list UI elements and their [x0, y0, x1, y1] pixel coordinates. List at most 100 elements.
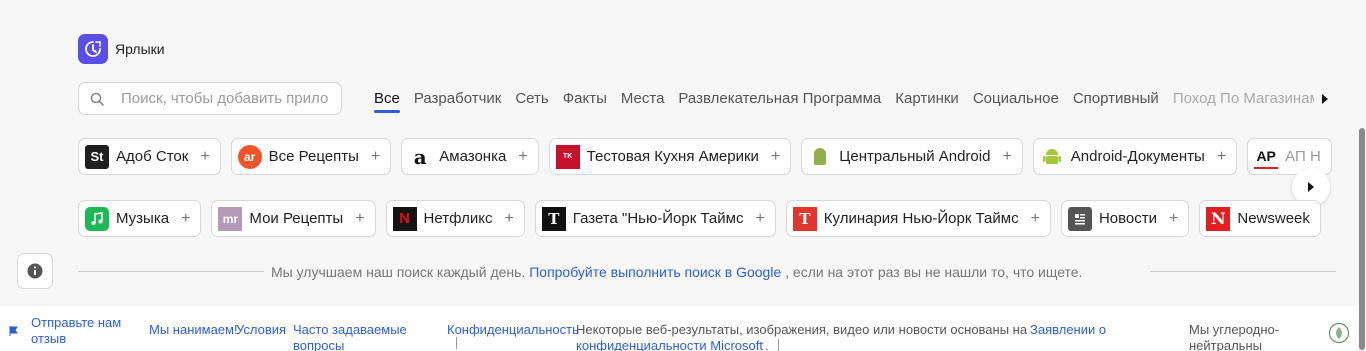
shortcut-label: Амазонка — [439, 148, 507, 165]
caret-right-icon — [1308, 182, 1314, 192]
divider — [1150, 271, 1336, 272]
shortcut-card-nyt-cooking[interactable]: T Кулинария Нью-Йорк Таймс + — [785, 200, 1051, 237]
shortcut-label: Newsweek — [1237, 210, 1310, 227]
carbon-neutral-text-line2: нейтральны — [1189, 338, 1262, 351]
add-icon[interactable]: + — [371, 148, 380, 166]
shortcut-card-music[interactable]: Музыка + — [78, 200, 202, 237]
add-icon[interactable]: + — [518, 148, 527, 166]
disclaimer-end: . — [765, 338, 769, 351]
notice-text-end: , если на этот раз вы не нашли то, что и… — [785, 264, 1083, 280]
shortcut-card-new-york-times[interactable]: T Газета "Нью-Йорк Таймс + — [534, 200, 776, 237]
add-icon[interactable]: + — [1169, 210, 1178, 228]
tab-facts[interactable]: Факты — [556, 82, 614, 115]
add-icon[interactable]: + — [504, 210, 513, 228]
shortcut-label: Новости — [1098, 210, 1158, 227]
shortcut-label: Все Рецепты — [268, 148, 359, 165]
nyt-logo-icon: T — [541, 206, 566, 231]
amazon-logo-icon: a — [408, 144, 433, 169]
microsoft-privacy-link-line2[interactable]: конфиденциальности Microsoft — [576, 337, 763, 351]
android-logo-icon — [1039, 144, 1064, 169]
myrecipes-logo-icon: mr — [218, 206, 243, 231]
android-central-logo-icon — [808, 144, 833, 169]
newsweek-logo-icon: N — [1206, 206, 1231, 231]
search-input[interactable] — [121, 90, 341, 107]
shortcut-label: Мои Рецепты — [249, 210, 344, 227]
shortcut-label: Нетфликс — [423, 210, 493, 227]
divider — [78, 271, 264, 272]
shortcut-card-android-docs[interactable]: Android-Документы + — [1032, 138, 1238, 175]
terms-link[interactable]: Условия — [236, 321, 286, 338]
ap-logo-icon: AP — [1254, 144, 1279, 169]
info-button[interactable] — [17, 253, 53, 289]
search-box[interactable] — [78, 82, 342, 115]
add-icon[interactable]: + — [771, 148, 780, 166]
shortcut-card-adobe-stock[interactable]: St Адоб Сток + — [78, 138, 221, 175]
privacy-link[interactable]: Конфиденциальность — [447, 321, 579, 338]
tab-sports[interactable]: Спортивный — [1066, 82, 1166, 115]
footer: Отправьте нам отзыв Мы нанимаем! Условия… — [0, 306, 1358, 351]
faq-link[interactable]: Часто задаваемые — [293, 321, 407, 338]
shortcut-card-android-central[interactable]: Центральный Android + — [801, 138, 1023, 175]
page-scrollbar[interactable] — [1358, 0, 1366, 351]
netflix-logo-icon: N — [392, 206, 417, 231]
search-google-link[interactable]: Попробуйте выполнить поиск в Google — [529, 264, 781, 280]
notice-text: Мы улучшаем наш поиск каждый день. — [271, 264, 526, 280]
search-improvement-notice: Мы улучшаем наш поиск каждый день. Попро… — [271, 264, 1082, 280]
shortcut-label: Газета "Нью-Йорк Таймс — [572, 210, 744, 227]
microsoft-privacy-link[interactable]: Заявлении о — [1030, 321, 1106, 338]
add-icon[interactable]: + — [355, 210, 364, 228]
shortcut-label: Адоб Сток — [116, 148, 189, 165]
add-icon[interactable]: + — [1031, 210, 1040, 228]
tab-shopping[interactable]: Поход По Магазинам — [1166, 82, 1327, 115]
header: Ярлыки — [78, 34, 165, 64]
shortcut-card-netflix[interactable]: N Нетфликс + — [385, 200, 525, 237]
adobe-stock-logo-icon: St — [85, 144, 109, 169]
scrollbar-thumb[interactable] — [1359, 128, 1365, 350]
music-logo-icon — [85, 206, 109, 231]
carbon-neutral-text: Мы углеродно- — [1189, 322, 1280, 337]
test-kitchen-logo-icon: TK — [555, 144, 580, 169]
tab-developer[interactable]: Разработчик — [407, 82, 508, 115]
tab-entertainment[interactable]: Развлекательная Программа — [671, 82, 888, 115]
nyt-cooking-logo-icon: T — [792, 206, 817, 231]
add-icon[interactable]: + — [755, 210, 764, 228]
shortcut-card-allrecipes[interactable]: ar Все Рецепты + — [230, 138, 392, 175]
shortcuts-app-icon — [78, 34, 108, 64]
shortcut-card-my-recipes[interactable]: mr Мои Рецепты + — [211, 200, 376, 237]
shortcuts-row-2: Музыка + mr Мои Рецепты + N Нетфликс + T… — [78, 200, 1336, 237]
faq-link-line2[interactable]: вопросы — [293, 337, 344, 351]
shortcut-card-newsweek[interactable]: N Newsweek — [1199, 200, 1321, 237]
shortcut-card-americas-test-kitchen[interactable]: TK Тестовая Кухня Америки + — [548, 138, 792, 175]
page-title: Ярлыки — [115, 41, 165, 57]
shortcut-label: Центральный Android — [839, 148, 991, 165]
news-logo-icon — [1067, 206, 1092, 231]
disclaimer-text: Некоторые веб-результаты, изображения, в… — [576, 322, 1028, 337]
hiring-link[interactable]: Мы нанимаем! — [149, 321, 238, 338]
add-icon[interactable]: + — [181, 210, 190, 228]
shortcut-label: Тестовая Кухня Америки — [586, 148, 759, 165]
shortcut-label: Android-Документы — [1070, 148, 1205, 165]
add-icon[interactable]: + — [1002, 148, 1011, 166]
tab-network[interactable]: Сеть — [508, 82, 555, 115]
shortcut-label: Кулинария Нью-Йорк Таймс — [823, 210, 1019, 227]
tab-places[interactable]: Места — [614, 82, 672, 115]
add-icon[interactable]: + — [200, 148, 209, 166]
shortcut-label: АП Н — [1285, 148, 1321, 165]
carbon-neutral-badge-icon — [1328, 322, 1350, 344]
tab-pictures[interactable]: Картинки — [888, 82, 966, 115]
tab-social[interactable]: Социальное — [966, 82, 1066, 115]
feedback-flag-icon — [9, 326, 18, 336]
feedback-link-line2[interactable]: отзыв — [31, 330, 66, 347]
tab-all[interactable]: Все — [367, 82, 407, 115]
info-icon — [27, 263, 43, 279]
add-icon[interactable]: + — [1217, 148, 1226, 166]
caret-right-icon — [1322, 93, 1328, 104]
shortcut-card-news[interactable]: Новости + — [1060, 200, 1190, 237]
shortcuts-row-1: St Адоб Сток + ar Все Рецепты + a Амазон… — [78, 138, 1336, 175]
tabs-scroll-right-button[interactable] — [1314, 82, 1336, 115]
category-tabs: Все Разработчик Сеть Факты Места Развлек… — [367, 82, 1336, 115]
shortcut-card-amazon[interactable]: a Амазонка + — [401, 138, 539, 175]
feedback-link[interactable]: Отправьте нам — [31, 314, 121, 331]
search-icon — [90, 92, 104, 106]
shortcut-label: Музыка — [116, 210, 170, 227]
